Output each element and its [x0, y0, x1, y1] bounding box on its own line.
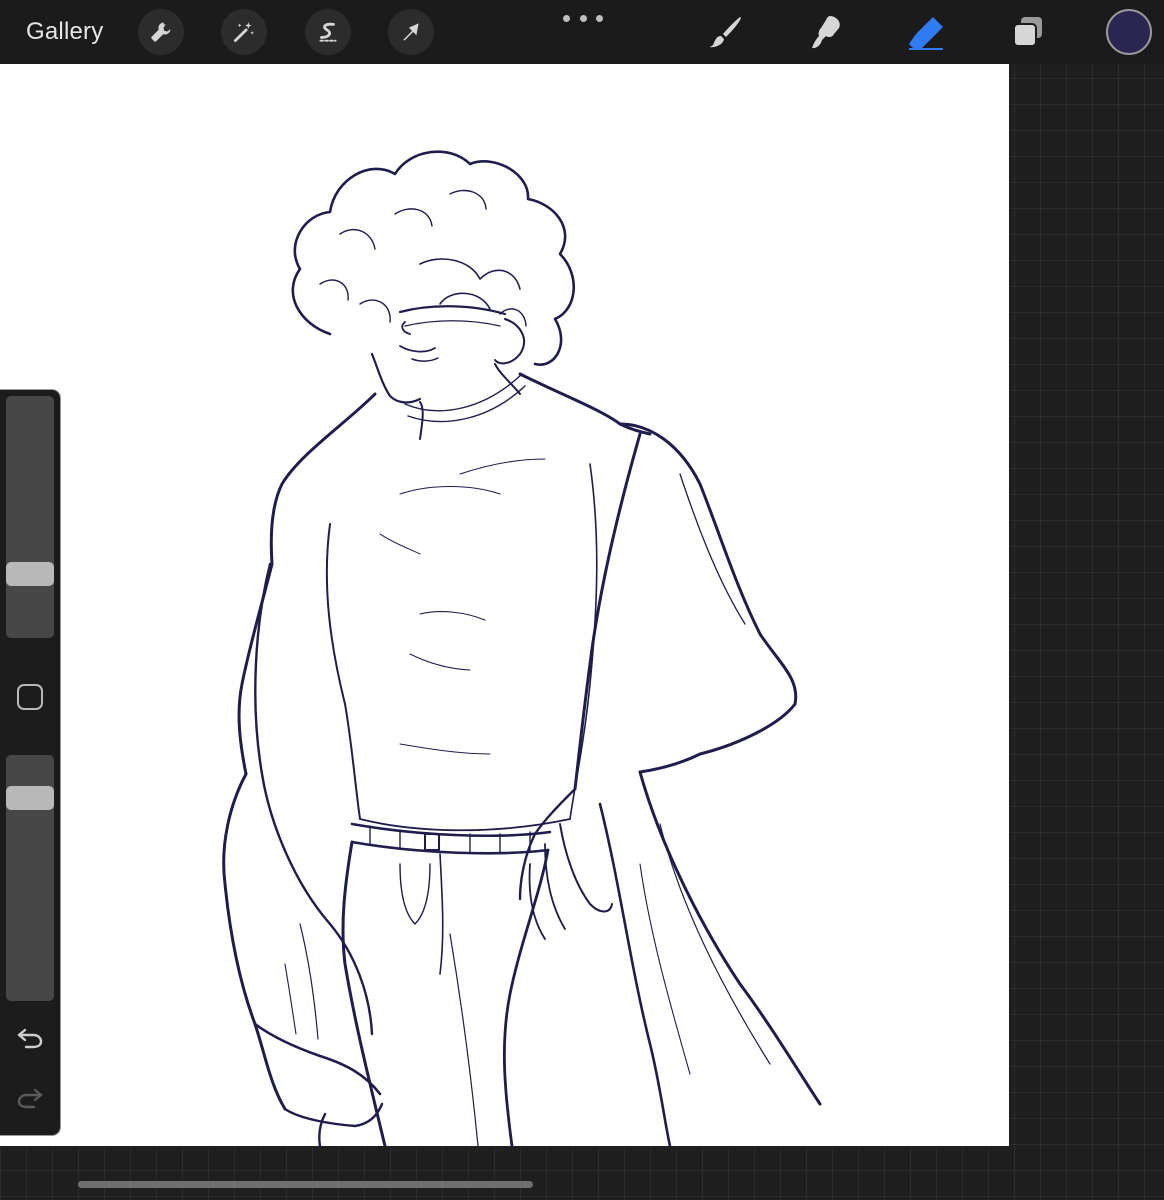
brush-size-slider-thumb[interactable]: [6, 561, 54, 586]
layers-icon: [1013, 17, 1042, 47]
selection-s-icon: [319, 22, 337, 42]
left-sidebar: [0, 390, 60, 1135]
opacity-slider-thumb[interactable]: [6, 786, 54, 811]
smudge-button[interactable]: [806, 12, 846, 52]
redo-button[interactable]: [14, 1084, 46, 1112]
selection-button[interactable]: [305, 9, 351, 55]
square-modifier-icon[interactable]: [17, 684, 43, 710]
top-toolbar: Gallery: [0, 0, 1164, 64]
gallery-button[interactable]: Gallery: [26, 16, 103, 48]
more-dots-icon[interactable]: [563, 10, 603, 26]
arrow-cursor-icon: [403, 23, 419, 41]
adjustments-button[interactable]: [221, 9, 267, 55]
color-picker-button[interactable]: [1106, 9, 1152, 55]
actions-button[interactable]: [138, 9, 184, 55]
brush-button[interactable]: [706, 12, 746, 52]
brush-size-slider[interactable]: [6, 396, 54, 638]
procreate-app: Gallery: [0, 0, 1164, 1200]
wrench-icon: [151, 22, 171, 42]
eraser-icon: [909, 17, 943, 50]
smudge-icon: [812, 16, 840, 49]
brush-icon: [709, 17, 741, 48]
drawing-canvas[interactable]: [0, 64, 1009, 1146]
magic-wand-icon: [233, 22, 255, 43]
line-art-sketch: [222, 150, 822, 1146]
transform-button[interactable]: [388, 9, 434, 55]
redo-icon: [17, 1088, 43, 1109]
undo-button[interactable]: [14, 1024, 46, 1052]
horizontal-scrollbar[interactable]: [78, 1181, 533, 1188]
layers-button[interactable]: [1008, 12, 1048, 52]
eraser-button[interactable]: [906, 12, 946, 52]
undo-icon: [17, 1028, 43, 1049]
